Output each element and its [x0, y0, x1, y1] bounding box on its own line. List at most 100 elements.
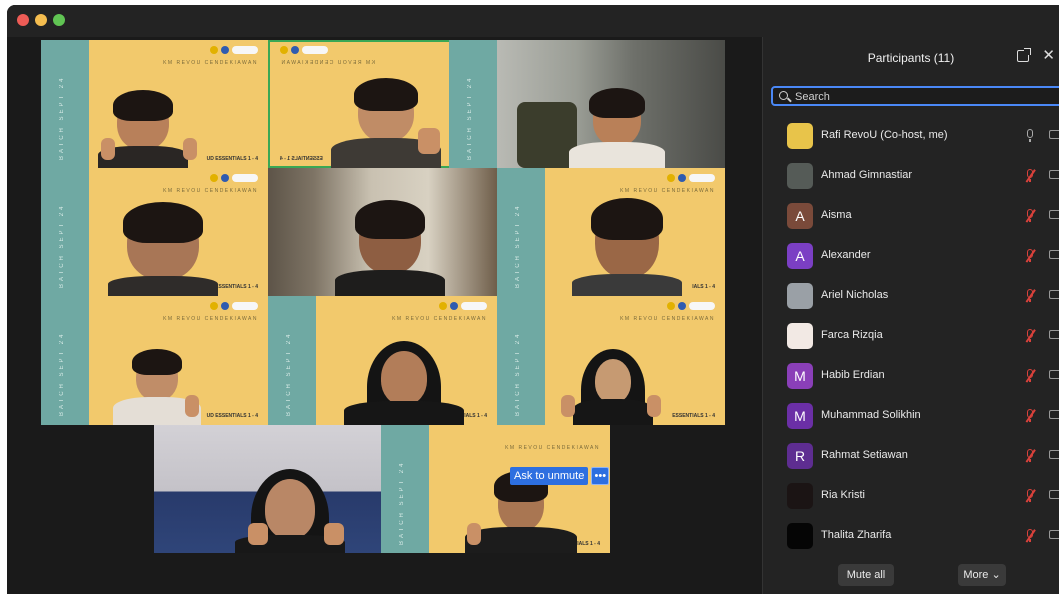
minimize-window-button[interactable] — [35, 14, 47, 26]
avatar — [787, 163, 813, 189]
km-text-mirrored: KM REVOU CENDEKIAWAN — [280, 60, 375, 66]
more-button[interactable]: More ⌄ — [958, 564, 1006, 586]
camera-icon[interactable] — [1049, 290, 1059, 299]
mic-muted-icon[interactable] — [1023, 489, 1037, 503]
camera-icon[interactable] — [1049, 130, 1059, 139]
batch-text: BATCH SEPT 24 — [59, 203, 65, 288]
mic-muted-icon[interactable] — [1023, 369, 1037, 383]
mic-muted-icon[interactable] — [1023, 169, 1037, 183]
participant-row[interactable]: A Aisma — [763, 196, 1059, 236]
video-tile[interactable]: BATCH SEPT 24 KM REVOU CENDEKIAWAN ESSEN… — [381, 425, 610, 553]
camera-icon[interactable] — [1049, 170, 1059, 179]
close-window-button[interactable] — [17, 14, 29, 26]
video-tile[interactable]: BATCH SEPT 24 KM REVOU CENDEKIAWAN ESSEN… — [268, 296, 497, 425]
participant-name: Muhammad Solikhin — [821, 409, 921, 421]
participant-row[interactable]: Ariel Nicholas — [763, 276, 1059, 316]
participant-name: Thalita Zharifa — [821, 529, 892, 541]
participant-row[interactable]: Farca Rizqia — [763, 316, 1059, 356]
brand-logos — [280, 46, 328, 54]
participant-row[interactable]: R Rahmat Setiawan — [763, 436, 1059, 476]
panel-footer: Mute all More ⌄ — [763, 558, 1059, 594]
participant-name: Ariel Nicholas — [821, 289, 889, 301]
mic-muted-icon[interactable] — [1023, 529, 1037, 543]
video-tile[interactable]: BATCH SEPT 24 KM REVOU CENDEKIAWAN ESSEN… — [497, 296, 725, 425]
video-tile[interactable]: BATCH SEPT 24 KM REVOU CENDEKIAWAN ESSEN… — [41, 168, 268, 296]
avatar: M — [787, 403, 813, 429]
km-text: KM REVOU CENDEKIAWAN — [505, 445, 600, 451]
participant-video — [108, 202, 218, 296]
mic-muted-icon[interactable] — [1023, 329, 1037, 343]
mute-all-button[interactable]: Mute all — [838, 564, 894, 586]
camera-icon[interactable] — [1049, 450, 1059, 459]
ask-to-unmute-button[interactable]: Ask to unmute — [510, 467, 589, 485]
camera-icon[interactable] — [1049, 530, 1059, 539]
video-tile[interactable] — [268, 168, 497, 296]
participant-row[interactable]: Ahmad Gimnastiar — [763, 156, 1059, 196]
participant-row[interactable]: M Habib Erdian — [763, 356, 1059, 396]
participant-row[interactable]: A Alexander — [763, 236, 1059, 276]
search-input[interactable] — [795, 89, 1045, 104]
essentials-text: IALS 1 - 4 — [692, 284, 715, 290]
brand-logos — [667, 302, 715, 310]
pop-out-icon[interactable] — [1017, 48, 1031, 62]
avatar — [787, 523, 813, 549]
participant-row[interactable]: Thalita Zharifa — [763, 516, 1059, 556]
zoom-window-button[interactable] — [53, 14, 65, 26]
background-stripe: BATCH SEPT 24 — [41, 168, 89, 296]
mic-muted-icon[interactable] — [1023, 449, 1037, 463]
participant-name: Aisma — [821, 209, 852, 221]
camera-icon[interactable] — [1049, 490, 1059, 499]
batch-text: BATCH SEPT 24 — [59, 75, 65, 160]
zoom-window: BATCH SEPT 24 KM REVOU CENDEKIAWAN UD ES… — [7, 5, 1059, 594]
avatar: M — [787, 363, 813, 389]
participant-row[interactable]: Ria Kristi — [763, 476, 1059, 516]
avatar — [787, 323, 813, 349]
avatar: A — [787, 203, 813, 229]
camera-icon[interactable] — [1049, 210, 1059, 219]
avatar — [787, 123, 813, 149]
background-stripe: BATCH SEPT 24 — [41, 296, 89, 425]
video-tile[interactable] — [497, 40, 725, 168]
video-tile[interactable]: BATCH SEPT 24 KM REVOU CENDEKIAWAN UD ES… — [41, 296, 268, 425]
mic-muted-icon[interactable] — [1023, 209, 1037, 223]
mic-muted-icon[interactable] — [1023, 409, 1037, 423]
brand-logos — [210, 46, 258, 54]
mic-muted-icon[interactable] — [1023, 289, 1037, 303]
essentials-text: UD ESSENTIALS 1 - 4 — [206, 156, 258, 162]
participant-actions: Ask to unmute ••• — [510, 467, 610, 485]
camera-icon[interactable] — [1049, 330, 1059, 339]
background-stripe: BATCH SEPT 24 — [268, 296, 316, 425]
participant-video — [573, 349, 653, 425]
km-text: KM REVOU CENDEKIAWAN — [620, 188, 715, 194]
participant-name: Rahmat Setiawan — [821, 449, 908, 461]
video-tile[interactable] — [154, 425, 381, 553]
video-tile[interactable]: BATCH SEPT 24 KM REVOU CENDEKIAWAN UD ES… — [41, 40, 268, 168]
batch-text: BATCH SEPT 24 — [515, 331, 521, 416]
participant-video — [331, 78, 441, 168]
mic-icon[interactable] — [1023, 129, 1037, 143]
panel-header: Participants (11) ✕ — [763, 37, 1059, 81]
brand-logos — [210, 174, 258, 182]
camera-icon[interactable] — [1049, 370, 1059, 379]
essentials-text: ESSENTIALS 1 - 4 — [672, 413, 715, 419]
video-tile-active-speaker[interactable]: BATCH SEPT 24 KM REVOU CENDEKIAWAN ESSEN… — [268, 40, 497, 168]
batch-text: BATCH SEPT 24 — [286, 331, 292, 416]
camera-icon[interactable] — [1049, 410, 1059, 419]
camera-icon[interactable] — [1049, 250, 1059, 259]
brand-logos — [439, 302, 487, 310]
km-text: KM REVOU CENDEKIAWAN — [163, 188, 258, 194]
participant-name: Alexander — [821, 249, 871, 261]
close-icon[interactable]: ✕ — [1042, 46, 1055, 64]
participant-row[interactable]: M Muhammad Solikhin — [763, 396, 1059, 436]
background-stripe: BATCH SEPT 24 — [381, 425, 429, 553]
mic-muted-icon[interactable] — [1023, 249, 1037, 263]
participant-name: Ria Kristi — [821, 489, 866, 501]
participant-row[interactable]: Rafi RevoU (Co-host, me) — [763, 116, 1059, 156]
participant-video — [569, 88, 665, 168]
background-stripe: BATCH SEPT 24 — [449, 40, 497, 168]
batch-text: BATCH SEPT 24 — [515, 203, 521, 288]
video-tile[interactable]: BATCH SEPT 24 KM REVOU CENDEKIAWAN IALS … — [497, 168, 725, 296]
more-options-button[interactable]: ••• — [591, 467, 610, 485]
batch-text: BATCH SEPT 24 — [467, 75, 473, 160]
batch-text: BATCH SEPT 24 — [399, 460, 405, 545]
